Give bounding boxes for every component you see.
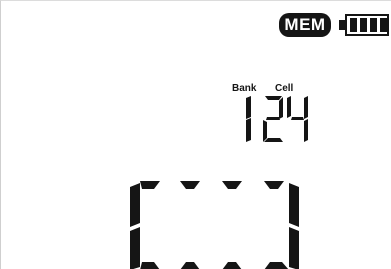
segment-right-bracket-upper: [289, 183, 299, 227]
segment-left-bracket-lower: [130, 227, 140, 269]
segment-cell-2-upper-right: [279, 97, 283, 119]
segment-dash-bottom-1: [180, 262, 200, 269]
segment-cell-2-top: [265, 96, 282, 100]
bank-label: Bank: [232, 83, 257, 94]
segment-right-bracket-lower: [289, 227, 299, 269]
segment-dash-top-1: [180, 181, 200, 189]
battery-level-bar: [370, 18, 377, 32]
lcd-screen: MEM Bank Cell 1 24: [0, 0, 391, 269]
main-readout: [---]: [126, 179, 306, 269]
segment-left-bracket-upper: [130, 183, 140, 227]
cell-label: Cell: [275, 83, 294, 94]
segment-cell-2-middle: [266, 117, 280, 120]
mem-indicator: MEM: [279, 13, 331, 37]
battery-icon: [339, 14, 391, 36]
segment-cell-4-lower-right: [304, 119, 308, 142]
segment-cell-4-middle: [291, 117, 304, 120]
segment-cell-4-upper-right: [304, 96, 308, 119]
segment-cell-4-upper-left: [287, 96, 291, 118]
segment-bank-1-lower: [246, 118, 251, 142]
segment-right-bracket-bottom: [264, 262, 289, 269]
segment-dash-bottom-2: [222, 262, 242, 269]
battery-level-bar: [380, 18, 387, 32]
segment-bank-1-upper: [246, 96, 251, 119]
segment-cell-2-lower-left: [263, 120, 267, 142]
segment-cell-2-bottom: [264, 138, 283, 142]
segment-dash-top-3: [264, 181, 284, 189]
segment-left-bracket-top: [140, 181, 160, 189]
battery-body: [345, 14, 389, 36]
bank-cell-readout: 1 24: [233, 96, 313, 142]
main-readout-graphic: [130, 181, 299, 269]
segment-left-bracket-bottom: [140, 262, 160, 269]
bank-cell-digits-graphic: [246, 96, 308, 142]
battery-level-bar: [350, 18, 357, 32]
battery-level-bar: [360, 18, 367, 32]
segment-dash-top-2: [222, 181, 242, 189]
